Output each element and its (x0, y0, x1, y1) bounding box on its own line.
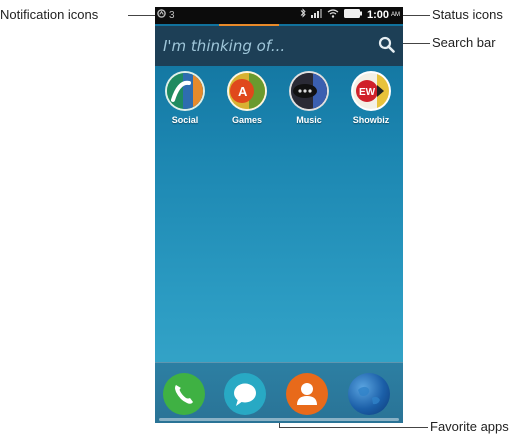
app-showbiz[interactable]: EW Showbiz (344, 71, 398, 125)
favorite-apps-dock (155, 362, 403, 423)
notification-count: 3 (169, 9, 175, 21)
svg-text:EW: EW (359, 87, 376, 98)
browser-icon[interactable] (348, 373, 390, 415)
status-bar: 3 1:00 AM (155, 7, 403, 24)
app-social[interactable]: Social (158, 71, 212, 125)
bluetooth-icon (300, 8, 306, 21)
app-music[interactable]: Music (282, 71, 336, 125)
notification-icon (157, 9, 166, 21)
social-icon (165, 71, 205, 111)
app-grid: Social A Games Music EW Showbiz (155, 71, 403, 141)
dock-scroll-indicator (159, 418, 399, 421)
messages-icon[interactable] (224, 373, 266, 415)
games-icon: A (227, 71, 267, 111)
search-bar[interactable]: I'm thinking of... (155, 26, 403, 66)
wifi-icon (327, 8, 339, 21)
battery-icon (343, 8, 362, 21)
callout-line-search (403, 43, 430, 44)
app-label-games: Games (231, 115, 263, 125)
status-icons: 1:00 AM (300, 8, 400, 21)
callout-line-favorite-horizontal (279, 427, 428, 428)
svg-text:A: A (238, 84, 248, 99)
signal-icon (310, 8, 322, 21)
callout-search-bar: Search bar (432, 35, 496, 50)
notification-area[interactable]: 3 (157, 9, 175, 21)
clock: 1:00 (366, 8, 389, 21)
app-games[interactable]: A Games (220, 71, 274, 125)
app-label-social: Social (171, 115, 199, 125)
callout-line-status (403, 15, 430, 16)
app-label-music: Music (296, 115, 322, 125)
callout-line-notification (128, 15, 155, 16)
callout-notification-icons: Notification icons (0, 7, 99, 22)
app-label-showbiz: Showbiz (352, 115, 390, 125)
callout-status-icons: Status icons (432, 7, 503, 22)
contacts-icon[interactable] (286, 373, 328, 415)
search-placeholder: I'm thinking of... (163, 37, 286, 55)
search-icon[interactable] (378, 36, 395, 58)
phone-screen: 3 1:00 AM I'm thinking of... Social A Ga… (155, 7, 403, 423)
clock-ampm: AM (391, 11, 400, 18)
callout-favorite-apps: Favorite apps (430, 419, 509, 434)
music-icon (289, 71, 329, 111)
phone-icon[interactable] (163, 373, 205, 415)
showbiz-icon: EW (351, 71, 391, 111)
